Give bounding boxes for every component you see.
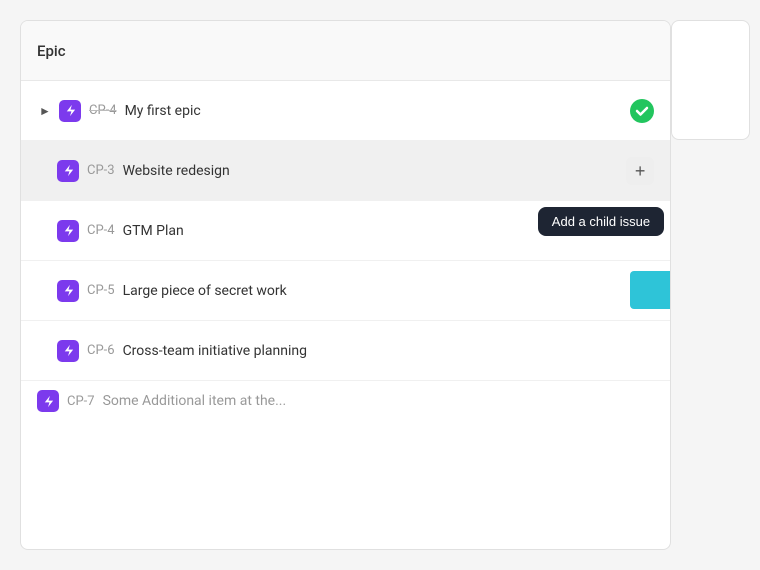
row-actions-cp3: + Add a child issue xyxy=(626,157,654,185)
issue-title-cp4-parent: My first epic xyxy=(125,103,201,119)
epic-header-title: Epic xyxy=(37,42,66,60)
lightning-icon-cp7 xyxy=(42,395,55,408)
right-panel xyxy=(671,20,750,550)
issue-title-cp5: Large piece of secret work xyxy=(123,283,287,299)
lightning-icon-cp6 xyxy=(62,344,75,357)
issue-title-cp7: Some Additional item at the... xyxy=(103,393,287,409)
green-check-cp4-parent xyxy=(630,99,654,123)
issue-icon-cp4-child xyxy=(57,220,79,242)
chevron-icon[interactable]: ► xyxy=(37,103,53,119)
add-child-issue-button[interactable]: + Add a child issue xyxy=(626,157,654,185)
lightning-icon-cp5 xyxy=(62,284,75,297)
row-cp6: CP-6 Cross-team initiative planning xyxy=(21,321,670,381)
issue-id-cp7: CP-7 xyxy=(67,394,95,409)
issue-title-cp4-child: GTM Plan xyxy=(123,223,184,239)
issue-id-cp4-parent: CP-4 xyxy=(89,103,117,118)
lightning-icon-cp4-child xyxy=(62,224,75,237)
check-icon xyxy=(635,104,649,118)
issue-icon-cp3 xyxy=(57,160,79,182)
issue-id-cp6: CP-6 xyxy=(87,343,115,358)
row-cp4-child: CP-4 GTM Plan xyxy=(21,201,670,261)
issue-id-cp3: CP-3 xyxy=(87,163,115,178)
issue-id-cp4-child: CP-4 xyxy=(87,223,115,238)
right-panel-top xyxy=(671,20,750,140)
main-container: Epic ► CP-4 My first epic xyxy=(0,0,760,570)
issue-icon-cp4-parent xyxy=(59,100,81,122)
issue-title-cp3: Website redesign xyxy=(123,163,230,179)
row-cp4-parent: ► CP-4 My first epic xyxy=(21,81,670,141)
issue-icon-cp6 xyxy=(57,340,79,362)
row-cp5: CP-5 Large piece of secret work xyxy=(21,261,670,321)
row-actions-cp4-parent xyxy=(630,99,654,123)
row-cp3: CP-3 Website redesign + Add a child issu… xyxy=(21,141,670,201)
lightning-icon-cp3 xyxy=(62,164,75,177)
teal-progress-bar xyxy=(630,271,671,309)
lightning-icon xyxy=(64,104,77,117)
issue-icon-cp5 xyxy=(57,280,79,302)
row-cp7-partial: CP-7 Some Additional item at the... xyxy=(21,381,670,421)
left-panel: Epic ► CP-4 My first epic xyxy=(20,20,671,550)
epic-header: Epic xyxy=(21,21,670,81)
issue-id-cp5: CP-5 xyxy=(87,283,115,298)
row-cp3-content: CP-3 Website redesign xyxy=(57,160,626,182)
issue-title-cp6: Cross-team initiative planning xyxy=(123,343,307,359)
issue-icon-cp7 xyxy=(37,390,59,412)
